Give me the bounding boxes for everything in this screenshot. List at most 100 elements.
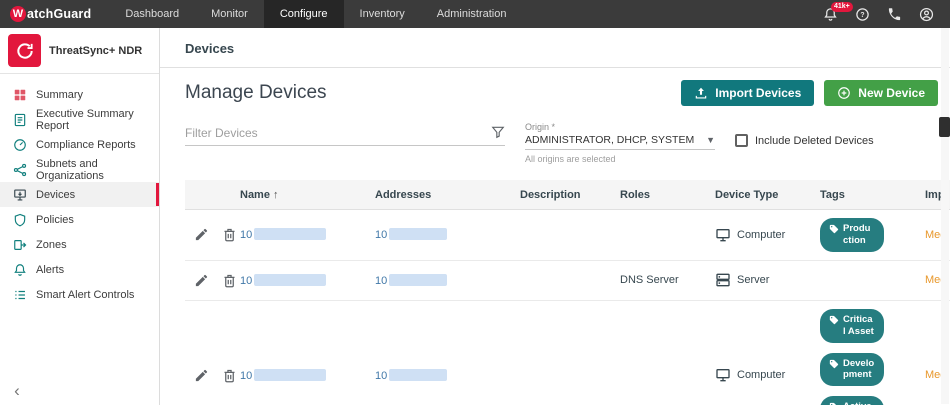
redacted-address-box	[389, 273, 448, 286]
policies-icon	[13, 213, 27, 227]
include-deleted-devices-label: Include Deleted Devices	[755, 134, 874, 147]
list-icon	[13, 288, 27, 302]
device-tags-cell: Critical Asset Development Active Director…	[820, 307, 925, 405]
sidebar-item-compliance-reports[interactable]: Compliance Reports	[0, 132, 159, 157]
sidebar-item-policies[interactable]: Policies	[0, 207, 159, 232]
watchguard-logo[interactable]: W atchGuard	[0, 0, 109, 28]
column-header-label: Device Type	[715, 188, 779, 201]
page-title: Manage Devices	[185, 82, 327, 103]
redacted-name-box	[254, 228, 327, 241]
edit-device-icon[interactable]	[194, 368, 209, 383]
nav-item-monitor[interactable]: Monitor	[195, 0, 264, 28]
sidebar-item-label: Smart Alert Controls	[36, 288, 135, 301]
tag-label: Critical Asset	[843, 313, 874, 337]
include-deleted-devices-checkbox[interactable]	[735, 134, 748, 147]
column-header-addresses: Addresses	[375, 189, 520, 201]
tag-label: Production	[843, 223, 871, 246]
nav-item-administration[interactable]: Administration	[421, 0, 523, 28]
help-icon[interactable]: ?	[855, 7, 870, 22]
redacted-name-box	[254, 273, 327, 286]
new-device-label: New Device	[858, 86, 925, 100]
sidebar-item-alerts[interactable]: Alerts	[0, 257, 159, 282]
gauge-icon	[13, 138, 27, 152]
column-header-label: Tags	[820, 188, 845, 201]
column-header-tags: Tags	[820, 189, 925, 201]
filter-funnel-icon[interactable]	[491, 125, 505, 139]
chevron-down-icon: ▼	[706, 135, 715, 145]
device-type-cell: Computer	[715, 367, 820, 383]
scrollbar-track[interactable]	[941, 28, 949, 404]
network-icon	[13, 163, 27, 177]
phone-support-icon[interactable]	[887, 7, 902, 22]
import-devices-button[interactable]: Import Devices	[681, 80, 815, 106]
sidebar: ThreatSync+ NDR Summary Executive Summary…	[0, 28, 160, 405]
main-content: Devices Manage Devices Import Devices Ne…	[160, 28, 950, 405]
sidebar-item-label: Zones	[36, 238, 67, 251]
delete-device-icon[interactable]	[222, 368, 237, 383]
topnav-right-icons: 41k+ ?	[823, 0, 950, 28]
devices-table-body: 10 10 Computer Production Med 10 10 DNS Server S…	[185, 210, 950, 405]
import-devices-label: Import Devices	[715, 86, 802, 100]
edit-device-icon[interactable]	[194, 227, 209, 242]
device-tags-cell: Production	[820, 216, 925, 254]
sidebar-item-subnets-and-organizations[interactable]: Subnets and Organizations	[0, 157, 159, 182]
redacted-name-box	[254, 368, 327, 381]
sidebar-item-label: Summary	[36, 88, 84, 101]
tag-pill[interactable]: Production	[820, 218, 884, 252]
nav-item-inventory[interactable]: Inventory	[344, 0, 421, 28]
nav-item-dashboard[interactable]: Dashboard	[109, 0, 195, 28]
device-type-cell: Computer	[715, 227, 820, 243]
plus-circle-icon	[838, 87, 851, 99]
tag-label: Active Directory	[843, 401, 875, 405]
sort-ascending-icon[interactable]: ↑	[273, 189, 279, 201]
device-address-cell: 10	[375, 228, 520, 241]
tag-pill[interactable]: Critical Asset	[820, 308, 884, 343]
tag-pill[interactable]: Development	[820, 352, 884, 387]
origin-selected-value: ADMINISTRATOR, DHCP, SYSTEM	[525, 134, 695, 146]
device-type-label: Computer	[737, 369, 786, 382]
tag-icon	[829, 315, 839, 325]
sidebar-item-smart-alert-controls[interactable]: Smart Alert Controls	[0, 282, 159, 307]
origin-select[interactable]: Origin * ADMINISTRATOR, DHCP, SYSTEM ▼ A…	[525, 122, 715, 164]
table-row: 10 10 DNS Server Server Med	[185, 261, 950, 301]
new-device-button[interactable]: New Device	[824, 80, 938, 106]
notifications-bell-icon[interactable]: 41k+	[823, 1, 853, 22]
column-header-roles: Roles	[620, 189, 715, 201]
alerts-icon	[13, 263, 27, 277]
row-actions	[185, 227, 240, 242]
column-header-label: Description	[520, 188, 581, 201]
product-switcher[interactable]: ThreatSync+ NDR	[0, 28, 159, 74]
redacted-address-box	[389, 228, 448, 241]
table-scrollbar-thumb[interactable]	[939, 117, 950, 137]
device-type-cell: Server	[715, 272, 820, 288]
notification-count-badge: 41k+	[831, 1, 853, 12]
device-name-prefix: 10	[240, 229, 253, 242]
computer-icon	[715, 367, 731, 383]
tag-pill[interactable]: Active Directory	[820, 396, 884, 405]
table-row: 10 10 Computer Critical Asset Development Act…	[185, 301, 950, 405]
column-header-label: Roles	[620, 188, 650, 201]
column-header-label: Addresses	[375, 188, 432, 201]
delete-device-icon[interactable]	[222, 227, 237, 242]
table-row: 10 10 Computer Production Med	[185, 210, 950, 261]
sidebar-collapse-chevron-icon[interactable]: ‹	[8, 381, 26, 401]
device-roles-cell: DNS Server	[620, 274, 679, 287]
filter-devices-input[interactable]	[185, 122, 505, 146]
device-tags-cell	[820, 278, 925, 282]
sidebar-item-devices[interactable]: Devices	[0, 182, 159, 207]
sidebar-item-zones[interactable]: Zones	[0, 232, 159, 257]
delete-device-icon[interactable]	[222, 273, 237, 288]
sidebar-item-executive-summary-report[interactable]: Executive Summary Report	[0, 107, 159, 132]
nav-item-configure[interactable]: Configure	[263, 0, 344, 28]
tag-icon	[829, 359, 839, 369]
watchguard-logo-mark: W	[10, 6, 26, 22]
edit-device-icon[interactable]	[194, 273, 209, 288]
include-deleted-devices-checkbox-group[interactable]: Include Deleted Devices	[735, 134, 874, 147]
account-icon[interactable]	[919, 7, 934, 22]
device-type-label: Computer	[737, 228, 786, 241]
row-actions	[185, 368, 240, 383]
sidebar-item-summary[interactable]: Summary	[0, 82, 159, 107]
column-header-description: Description	[520, 189, 620, 201]
top-navbar: W atchGuard Dashboard Monitor Configure Inv…	[0, 0, 950, 28]
sidebar-item-label: Alerts	[36, 263, 65, 276]
